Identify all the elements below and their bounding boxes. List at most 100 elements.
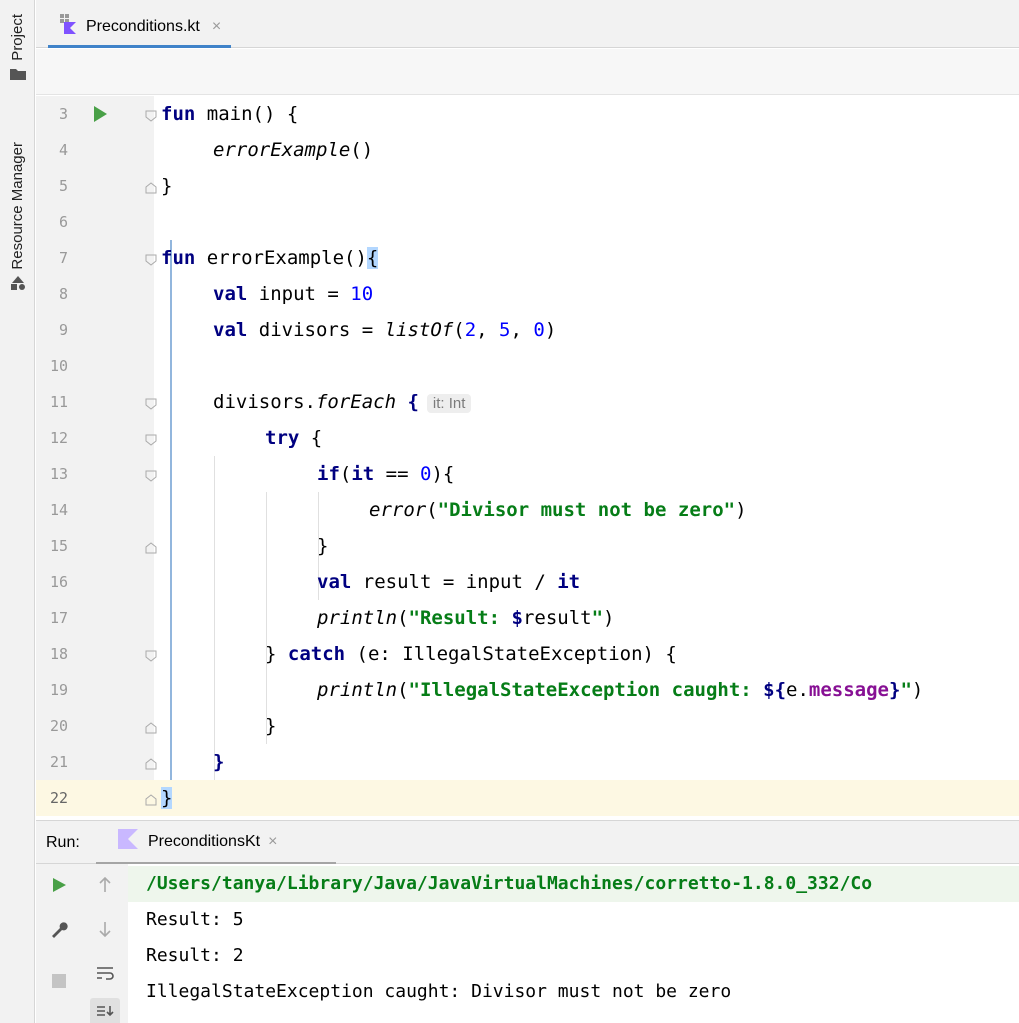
line-number: 5: [58, 177, 68, 195]
code-text: if(it == 0){: [317, 463, 455, 485]
code-line: 11 divisors.forEach {it: Int: [36, 384, 1019, 420]
console-line: Result: 2: [146, 945, 244, 966]
line-number: 19: [49, 681, 68, 699]
code-text: }: [161, 787, 173, 809]
code-text: fun main() {: [161, 103, 299, 125]
code-text: errorExample(): [213, 139, 374, 161]
console-line: IllegalStateException caught: Divisor mu…: [146, 981, 732, 1002]
line-number: 3: [58, 105, 68, 123]
line-number: 14: [49, 501, 68, 519]
editor-tab-bar: Preconditions.kt ×: [36, 0, 1019, 48]
code-line: 7 fun errorExample(){: [36, 240, 1019, 276]
fold-icon[interactable]: [145, 649, 157, 662]
kotlin-file-icon: [58, 14, 78, 39]
console-command-line: /Users/tanya/Library/Java/JavaVirtualMac…: [128, 866, 1019, 902]
code-editor[interactable]: 3 fun main() { 4 errorExample() 5 } 6 7 …: [36, 96, 1019, 816]
run-config-tab[interactable]: PreconditionsKt ×: [96, 821, 336, 865]
fold-icon[interactable]: [145, 433, 157, 446]
fold-icon[interactable]: [145, 109, 157, 122]
code-text: error("Divisor must not be zero"): [369, 499, 747, 521]
fold-icon[interactable]: [145, 469, 157, 482]
fold-icon[interactable]: [145, 253, 157, 266]
tab-preconditions-kt[interactable]: Preconditions.kt ×: [48, 8, 232, 48]
line-number: 4: [58, 141, 68, 159]
fold-icon[interactable]: [145, 721, 157, 734]
line-number: 8: [58, 285, 68, 303]
code-text: println("IllegalStateException caught: $…: [317, 679, 924, 701]
up-arrow-icon: [98, 876, 112, 898]
line-number: 21: [49, 753, 68, 771]
project-tool-tab[interactable]: Project: [0, 14, 35, 85]
kotlin-icon: [118, 829, 138, 854]
code-line: 14 error("Divisor must not be zero"): [36, 492, 1019, 528]
line-number: 15: [49, 537, 68, 555]
code-text: }: [265, 715, 277, 737]
code-line: 6: [36, 204, 1019, 240]
settings-button[interactable]: [44, 916, 74, 946]
run-panel-label: Run:: [46, 834, 80, 851]
code-line: 4 errorExample(): [36, 132, 1019, 168]
tab-filename: Preconditions.kt: [86, 17, 200, 35]
code-line: 5 }: [36, 168, 1019, 204]
fold-icon[interactable]: [145, 541, 157, 554]
fold-icon[interactable]: [145, 757, 157, 770]
code-text: }: [317, 535, 329, 557]
down-arrow-icon: [98, 921, 112, 942]
code-line: 21 }: [36, 744, 1019, 780]
code-line: 8 val input = 10: [36, 276, 1019, 312]
run-tab-label: PreconditionsKt: [148, 832, 261, 850]
line-number: 13: [49, 465, 68, 483]
stop-icon: [52, 973, 66, 993]
code-text: divisors.forEach {it: Int: [213, 384, 472, 420]
code-line: 10: [36, 348, 1019, 384]
wrench-icon: [50, 920, 68, 943]
resource-manager-icon: [10, 275, 26, 295]
run-tab-close-icon[interactable]: ×: [268, 833, 277, 851]
line-number: 10: [49, 357, 68, 375]
code-line: 12 try {: [36, 420, 1019, 456]
fold-icon[interactable]: [145, 181, 157, 194]
scroll-up-button[interactable]: [90, 872, 120, 902]
code-line: 19 println("IllegalStateException caught…: [36, 672, 1019, 708]
code-line: 13 if(it == 0){: [36, 456, 1019, 492]
code-line: 3 fun main() {: [36, 96, 1019, 132]
resource-manager-label: Resource Manager: [9, 142, 26, 270]
scroll-to-end-icon: [96, 1004, 114, 1022]
code-text: }: [213, 751, 225, 773]
fold-icon[interactable]: [145, 793, 157, 806]
project-tool-label: Project: [9, 14, 26, 61]
resource-manager-tool-tab[interactable]: Resource Manager: [0, 142, 35, 295]
code-text: fun errorExample(){: [161, 247, 379, 269]
console-line: Result: 5: [146, 909, 244, 930]
stop-button[interactable]: [44, 968, 74, 998]
console-output[interactable]: /Users/tanya/Library/Java/JavaVirtualMac…: [128, 864, 1019, 1023]
code-text: val input = 10: [213, 283, 374, 305]
line-number: 12: [49, 429, 68, 447]
navigation-bar: [36, 49, 1019, 95]
code-line-current: 22 }: [36, 780, 1019, 816]
line-number: 7: [58, 249, 68, 267]
code-line: 9 val divisors = listOf(2, 5, 0): [36, 312, 1019, 348]
code-line: 17 println("Result: $result"): [36, 600, 1019, 636]
line-number: 17: [49, 609, 68, 627]
line-number: 16: [49, 573, 68, 591]
line-number: 9: [58, 321, 68, 339]
scroll-to-end-button[interactable]: [90, 998, 120, 1023]
inlay-type-hint: it: Int: [426, 394, 472, 413]
line-number: 20: [49, 717, 68, 735]
code-line: 16 val result = input / it: [36, 564, 1019, 600]
run-gutter-icon[interactable]: [94, 106, 107, 122]
tab-close-icon[interactable]: ×: [212, 18, 221, 36]
line-number: 11: [49, 393, 68, 411]
code-text: val divisors = listOf(2, 5, 0): [213, 319, 557, 341]
scroll-down-button[interactable]: [90, 916, 120, 946]
code-text: val result = input / it: [317, 571, 581, 593]
rerun-button[interactable]: [44, 872, 74, 902]
line-number: 18: [49, 645, 68, 663]
soft-wrap-button[interactable]: [90, 960, 120, 990]
fold-icon[interactable]: [145, 397, 157, 410]
soft-wrap-icon: [96, 965, 114, 986]
folder-icon: [9, 67, 26, 85]
code-text: println("Result: $result"): [317, 607, 615, 629]
code-text: } catch (e: IllegalStateException) {: [265, 643, 677, 665]
